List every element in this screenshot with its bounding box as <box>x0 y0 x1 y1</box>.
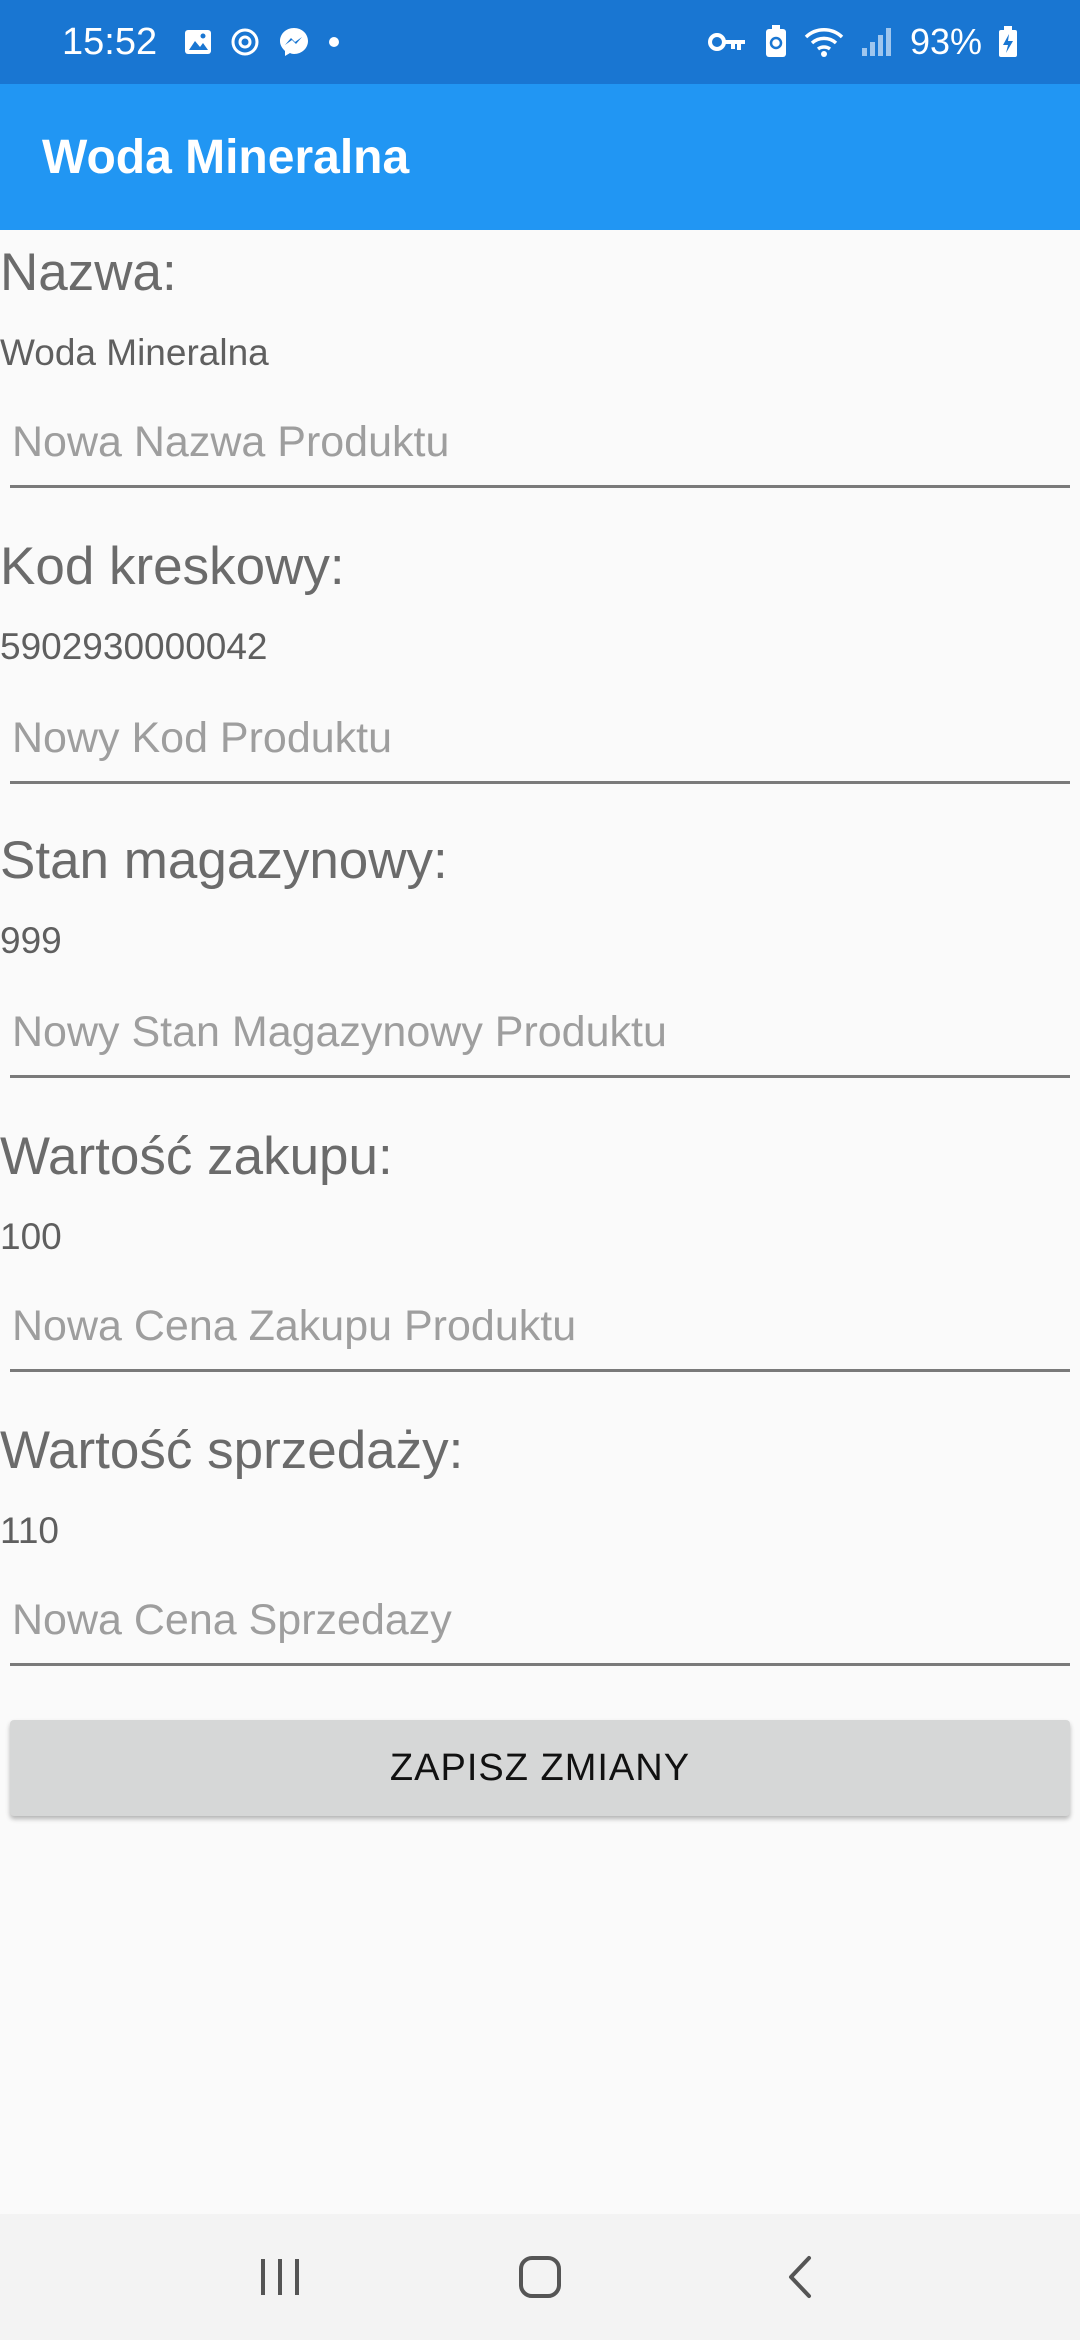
new-sale-price-input[interactable] <box>10 1586 1070 1666</box>
save-changes-button[interactable]: ZAPISZ ZMIANY <box>10 1720 1070 1816</box>
wifi-icon <box>804 25 844 59</box>
new-name-input[interactable] <box>10 408 1070 488</box>
purchase-price-label: Wartość zakupu: <box>0 1127 393 1186</box>
signal-icon <box>860 26 894 58</box>
battery-saver-icon <box>764 25 788 59</box>
vpn-key-icon <box>707 30 748 54</box>
new-purchase-price-input[interactable] <box>10 1292 1070 1372</box>
app-bar: Woda Mineralna <box>0 84 1080 230</box>
recent-apps-icon <box>261 2259 299 2295</box>
dot-icon <box>327 35 341 49</box>
sync-icon <box>229 26 261 58</box>
status-time: 15:52 <box>62 20 158 63</box>
back-button[interactable] <box>740 2232 860 2322</box>
sale-price-label: Wartość sprzedaży: <box>0 1421 464 1480</box>
gallery-icon <box>183 27 213 57</box>
battery-charging-icon <box>998 26 1018 58</box>
page-title: Woda Mineralna <box>42 130 410 184</box>
battery-percent: 93% <box>909 21 982 62</box>
name-label: Nazwa: <box>0 243 177 302</box>
new-stock-input[interactable] <box>10 998 1070 1078</box>
name-value: Woda Mineralna <box>0 332 269 373</box>
recent-apps-button[interactable] <box>220 2232 340 2322</box>
status-bar-right: 93% <box>707 21 1018 63</box>
stock-label: Stan magazynowy: <box>0 831 448 890</box>
stock-value: 999 <box>0 920 62 961</box>
purchase-price-value: 100 <box>0 1216 62 1257</box>
sale-price-value: 110 <box>0 1510 59 1551</box>
barcode-label: Kod kreskowy: <box>0 537 345 596</box>
home-icon <box>519 2256 561 2298</box>
home-button[interactable] <box>480 2232 600 2322</box>
status-bar-left: 15:52 <box>62 21 341 64</box>
system-nav-bar <box>0 2214 1080 2340</box>
barcode-value: 5902930000042 <box>0 626 268 667</box>
new-barcode-input[interactable] <box>10 704 1070 784</box>
back-icon <box>789 2256 811 2298</box>
messenger-icon <box>277 25 311 59</box>
status-bar: 15:52 93% <box>0 0 1080 84</box>
